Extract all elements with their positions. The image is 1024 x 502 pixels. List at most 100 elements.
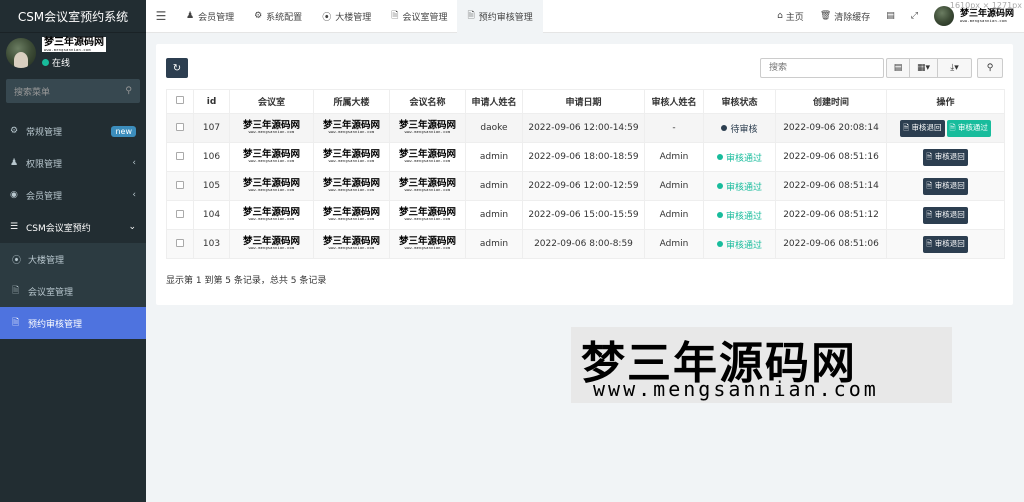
review-reject-button[interactable]: 🗎 审核退回 [923, 235, 968, 253]
refresh-button[interactable]: ↻ [166, 58, 188, 78]
review-approve-button[interactable]: 🗎 审核通过 [946, 119, 991, 137]
column-header[interactable]: 创建时间 [775, 89, 887, 114]
sidebar-item-members[interactable]: ◉ 会员管理 ‹ [0, 179, 146, 211]
checkbox[interactable] [176, 180, 184, 189]
watermark-cell-image: 梦三年源码网 www.mengsannian.com [398, 119, 456, 134]
toolbar-buttons: ▤ ▦▾ ⤓▾ ⚲ [886, 58, 1003, 78]
table-search-input[interactable] [760, 58, 884, 78]
sidebar-subitem-rooms[interactable]: 🗎 会议室管理 [0, 275, 146, 307]
avatar[interactable] [6, 38, 36, 68]
review-reject-button[interactable]: 🗎 审核退回 [923, 177, 968, 195]
status-dot-icon [721, 125, 728, 131]
group-icon: ♟ [10, 158, 19, 168]
translate-button[interactable]: ▤ [878, 11, 903, 21]
tab-rooms[interactable]: 🗎 会议室管理 [381, 0, 457, 33]
cell-created: 2022-09-06 08:51:06 [775, 229, 887, 259]
column-header[interactable]: 所属大楼 [313, 89, 390, 114]
sidebar-subitem-buildings[interactable]: ⦿ 大楼管理 [0, 243, 146, 275]
tab-config[interactable]: ⚙ 系统配置 [244, 0, 312, 33]
clear-cache-button[interactable]: 🗑 清除缓存 [812, 10, 878, 23]
home-label: 主页 [785, 12, 804, 23]
table-row[interactable]: 107 梦三年源码网 www.mengsannian.com 梦三年源码网 www.… [166, 113, 1005, 143]
table-row[interactable]: 105 梦三年源码网 www.mengsannian.com 梦三年源码网 www.… [166, 171, 1005, 201]
checkbox[interactable] [176, 151, 184, 160]
column-header[interactable]: 申请人姓名 [465, 89, 523, 114]
cell-applicant: admin [465, 142, 523, 172]
checkbox[interactable] [176, 122, 184, 131]
cell-created: 2022-09-06 08:51:14 [775, 171, 887, 201]
column-header: 操作 [886, 89, 1005, 114]
cell-status: 审核通过 [703, 142, 776, 172]
app-title[interactable]: CSM会议室预约系统 [0, 0, 146, 33]
review-reject-button[interactable]: 🗎 审核退回 [923, 148, 968, 166]
sidebar-item-general[interactable]: ⚙ 常规管理 new [0, 115, 146, 147]
tab-buildings[interactable]: ⦿ 大楼管理 [312, 0, 381, 33]
column-header[interactable]: id [193, 89, 230, 114]
checkbox[interactable] [176, 96, 184, 104]
checkbox[interactable] [176, 209, 184, 218]
status-dot-icon [716, 154, 723, 160]
cell-id: 103 [193, 229, 230, 259]
columns-button[interactable]: ▦▾ [910, 58, 938, 78]
column-header[interactable]: 申请日期 [522, 89, 645, 114]
new-badge: new [111, 125, 136, 137]
tab-label: 系统配置 [266, 12, 303, 23]
user-logo-text: 梦三年源码网 [959, 9, 1014, 19]
cell-actions: 🗎 审核退回 🗎 审核通过 [886, 113, 1005, 143]
search-icon[interactable]: ⚲ [125, 86, 132, 96]
tab-label: 会员管理 [198, 12, 235, 23]
column-header[interactable]: 会议室 [229, 89, 314, 114]
cell-date: 2022-09-06 18:00-18:59 [522, 142, 645, 172]
home-button[interactable]: ⌂ 主页 [769, 10, 812, 23]
cell-building: 梦三年源码网 www.mengsannian.com [313, 142, 390, 172]
row-checkbox[interactable] [166, 171, 194, 201]
cell-date: 2022-09-06 15:00-15:59 [522, 200, 645, 230]
sidebar-item-label: 常规管理 [26, 127, 63, 138]
select-all-checkbox[interactable] [166, 89, 194, 114]
review-table: id 会议室 所属大楼 会议名称 申请人姓名 申请日期 审核人姓名 审核状态 创… [166, 89, 1005, 259]
watermark-cell-image: 梦三年源码网 www.mengsannian.com [242, 206, 300, 221]
table-row[interactable]: 106 梦三年源码网 www.mengsannian.com 梦三年源码网 www.… [166, 142, 1005, 172]
review-reject-button[interactable]: 🗎 审核退回 [900, 119, 945, 137]
status-badge: 待审核 [721, 122, 758, 135]
refresh-icon: ↻ [172, 62, 182, 74]
fullscreen-icon: ⤢ [910, 11, 918, 21]
search-icon: ⚲ [986, 63, 994, 73]
menu-toggle-icon[interactable]: ☰ [146, 9, 176, 23]
sidebar-subitem-label: 大楼管理 [28, 255, 65, 266]
watermark-cell-image: 梦三年源码网 www.mengsannian.com [322, 206, 380, 221]
export-button[interactable]: ⤓▾ [938, 58, 972, 78]
sidebar-item-csm[interactable]: ☰ CSM会议室预约 ⌄ [0, 211, 146, 243]
sidebar-item-auth[interactable]: ♟ 权限管理 ‹ [0, 147, 146, 179]
status-dot-icon [716, 183, 723, 189]
sidebar-item-label: 权限管理 [26, 159, 63, 170]
row-checkbox[interactable] [166, 229, 194, 259]
cell-id: 106 [193, 142, 230, 172]
card-view-icon: ▤ [893, 63, 903, 73]
cell-room: 梦三年源码网 www.mengsannian.com [229, 142, 314, 172]
table-row[interactable]: 103 梦三年源码网 www.mengsannian.com 梦三年源码网 www.… [166, 229, 1005, 259]
column-header[interactable]: 审核人姓名 [644, 89, 704, 114]
table-row[interactable]: 104 梦三年源码网 www.mengsannian.com 梦三年源码网 www.… [166, 200, 1005, 230]
review-reject-button[interactable]: 🗎 审核退回 [923, 206, 968, 224]
watermark-cell-image: 梦三年源码网 www.mengsannian.com [398, 148, 456, 163]
sidebar-item-label: 会员管理 [26, 191, 63, 202]
watermark-cell-image: 梦三年源码网 www.mengsannian.com [242, 177, 300, 192]
toggle-view-button[interactable]: ▤ [886, 58, 910, 78]
search-toggle-button[interactable]: ⚲ [977, 58, 1003, 78]
row-checkbox[interactable] [166, 142, 194, 172]
cell-meeting: 梦三年源码网 www.mengsannian.com [389, 229, 466, 259]
tab-review[interactable]: 🗎 预约审核管理 [457, 0, 543, 33]
row-checkbox[interactable] [166, 200, 194, 230]
checkbox[interactable] [176, 238, 184, 247]
tab-members[interactable]: ♟ 会员管理 [176, 0, 244, 33]
home-icon: ⌂ [777, 11, 783, 21]
sidebar-search-input[interactable]: 搜索菜单 ⚲ [6, 79, 140, 103]
column-header[interactable]: 审核状态 [703, 89, 776, 114]
row-checkbox[interactable] [166, 113, 194, 143]
column-header[interactable]: 会议名称 [389, 89, 466, 114]
sidebar-subitem-review[interactable]: 🗎 预约审核管理 [0, 307, 146, 339]
cell-building: 梦三年源码网 www.mengsannian.com [313, 229, 390, 259]
fullscreen-button[interactable]: ⤢ [903, 11, 926, 21]
table-header-row: id 会议室 所属大楼 会议名称 申请人姓名 申请日期 审核人姓名 审核状态 创… [166, 89, 1005, 114]
